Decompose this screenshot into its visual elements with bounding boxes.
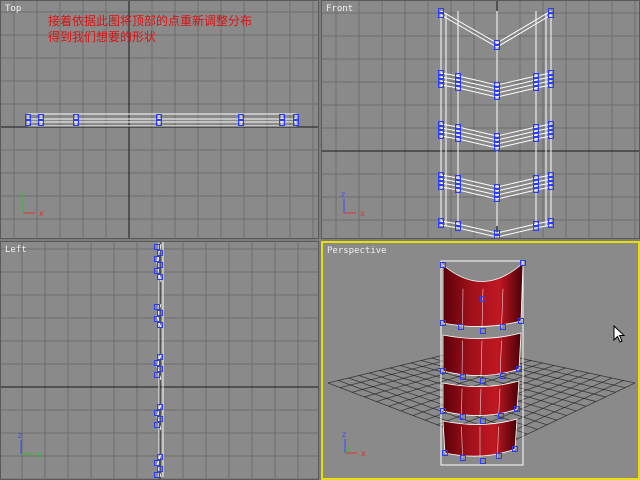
top-vertices — [25, 114, 299, 126]
perspective-object — [440, 260, 526, 466]
top-gizmo-y: y — [20, 190, 25, 199]
viewport-label-left[interactable]: Left — [5, 245, 27, 255]
annotation-line-1: 接着依据此图将顶部的点重新调整分布 — [48, 14, 253, 28]
viewport-label-front[interactable]: Front — [326, 4, 353, 14]
annotation-line-2: 得到我们想要的形状 — [48, 30, 157, 44]
front-grid — [322, 1, 639, 238]
object-band — [442, 380, 520, 416]
viewport-front[interactable]: x z Front — [321, 0, 640, 239]
front-viewport-canvas[interactable]: x z — [322, 1, 640, 239]
top-gizmo-x: x — [39, 209, 44, 218]
left-viewport-canvas[interactable]: y z — [1, 242, 319, 480]
front-gizmo-x: x — [360, 209, 365, 218]
persp-vertex — [480, 328, 486, 334]
annotation-text: 接着依据此图将顶部的点重新调整分布 得到我们想要的形状 — [48, 13, 252, 45]
perspective-viewport-canvas[interactable]: x z — [323, 243, 638, 478]
mouse-cursor-icon — [613, 325, 626, 343]
object-band — [442, 332, 522, 376]
viewport-perspective[interactable]: x z Perspective — [321, 241, 640, 480]
viewport-layout: x y Top 接着依据此图将顶部的点重新调整分布 得到我们想要的形状 x z … — [0, 0, 640, 480]
persp-vertex — [480, 458, 486, 464]
left-gizmo-z: z — [18, 431, 22, 440]
viewport-label-perspective[interactable]: Perspective — [327, 246, 387, 256]
viewport-top[interactable]: x y Top 接着依据此图将顶部的点重新调整分布 得到我们想要的形状 — [0, 0, 319, 239]
persp-axis-gizmo: x z — [342, 430, 366, 458]
front-axis-gizmo: x z — [341, 190, 365, 218]
left-gizmo-y: y — [37, 450, 42, 459]
top-axis-gizmo: x y — [20, 190, 44, 218]
front-gizmo-z: z — [341, 190, 345, 199]
viewport-left[interactable]: y z Left — [0, 241, 319, 480]
persp-vertex — [460, 455, 466, 461]
persp-gizmo-x: x — [361, 449, 366, 458]
viewport-label-top[interactable]: Top — [5, 4, 21, 14]
persp-gizmo-z: z — [342, 430, 346, 439]
